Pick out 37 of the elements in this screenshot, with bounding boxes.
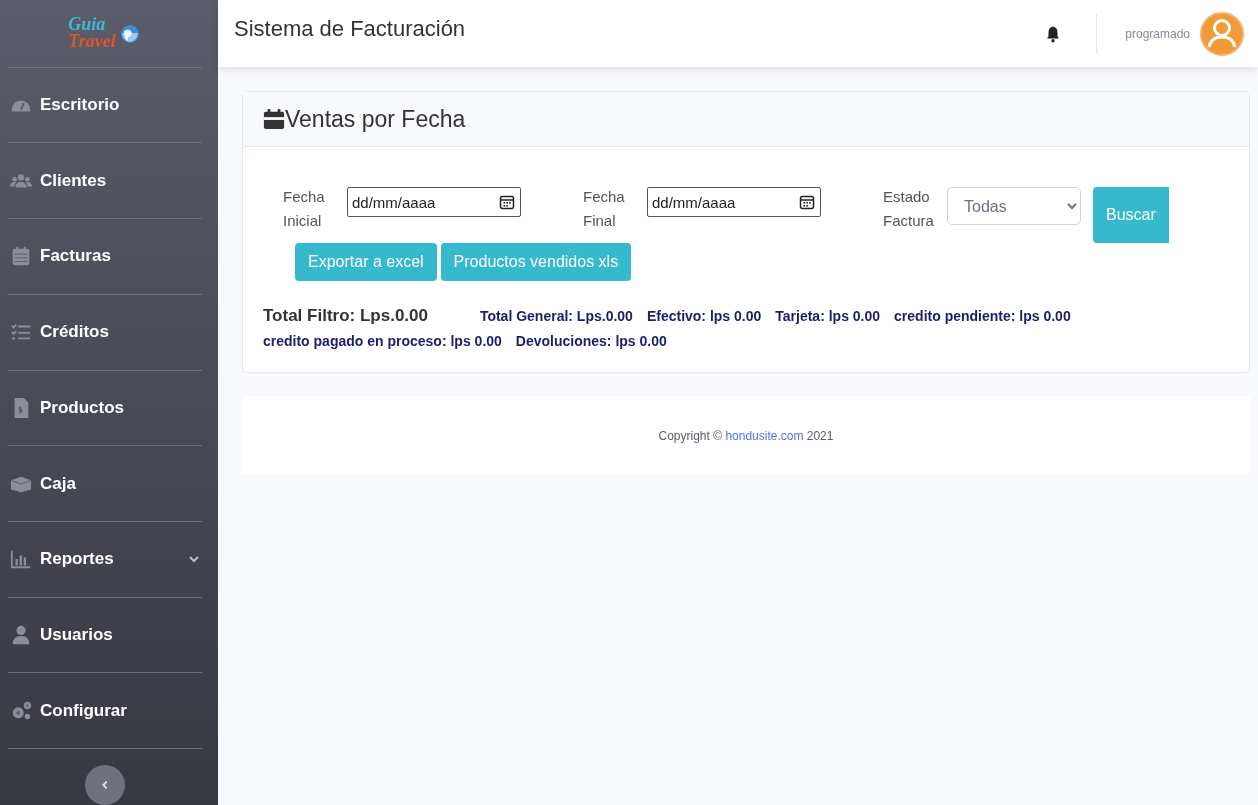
- total-text: credito pagado en proceso: lps 0.00: [263, 332, 502, 351]
- sidebar-toggle-button[interactable]: [85, 765, 125, 805]
- logo-text: Guia: [68, 16, 106, 34]
- username[interactable]: programado: [1125, 26, 1190, 41]
- calendar-icon[interactable]: [499, 194, 515, 210]
- card-title: Ventas por Fecha: [285, 105, 466, 133]
- chevron-left-icon: [100, 780, 110, 791]
- sidebar-item[interactable]: Usuarios: [8, 597, 202, 674]
- sidebar-item[interactable]: Configurar: [8, 673, 202, 750]
- calendar-icon: [263, 108, 285, 130]
- sidebar-item[interactable]: Caja: [8, 446, 202, 522]
- copyright-text: Copyright © hondusite.com 2021: [658, 428, 834, 443]
- bar-chart-icon: [10, 548, 32, 571]
- sidebar-item[interactable]: Escritorio: [8, 67, 202, 144]
- logo-text: Travel: [68, 33, 116, 51]
- user-icon: [10, 624, 32, 646]
- field-label: Fecha Inicial: [283, 187, 326, 231]
- total-text: Efectivo: lps 0.00: [646, 307, 762, 326]
- site-link[interactable]: hondusite.com: [725, 428, 804, 443]
- date-field[interactable]: dd/mm/aaaa: [347, 187, 521, 217]
- status-select[interactable]: Todas: [947, 187, 1081, 225]
- sidebar-item[interactable]: Facturas: [8, 219, 202, 295]
- sidebar-item[interactable]: Créditos: [8, 294, 202, 371]
- page-title: Sistema de Facturación: [234, 15, 466, 42]
- total-text: Devoluciones: lps 0.00: [515, 332, 667, 351]
- field-label: Fecha Final: [583, 187, 626, 231]
- calendar-icon: [10, 245, 32, 268]
- total-text: Total General: Lps.0.00: [479, 307, 633, 326]
- date-field[interactable]: dd/mm/aaaa: [647, 187, 821, 217]
- sidebar-item[interactable]: Productos: [8, 370, 202, 447]
- sidebar-item[interactable]: Clientes: [8, 143, 202, 220]
- total-text: Tarjeta: lps 0.00: [775, 307, 881, 326]
- sidebar-item[interactable]: Reportes: [8, 521, 202, 598]
- total-text: credito pendiente: lps 0.00: [894, 307, 1071, 326]
- calendar-icon[interactable]: [799, 194, 815, 210]
- field-label: Estado Factura: [883, 187, 933, 231]
- total-filter-text: Total Filtro: Lps.0.00: [263, 305, 428, 327]
